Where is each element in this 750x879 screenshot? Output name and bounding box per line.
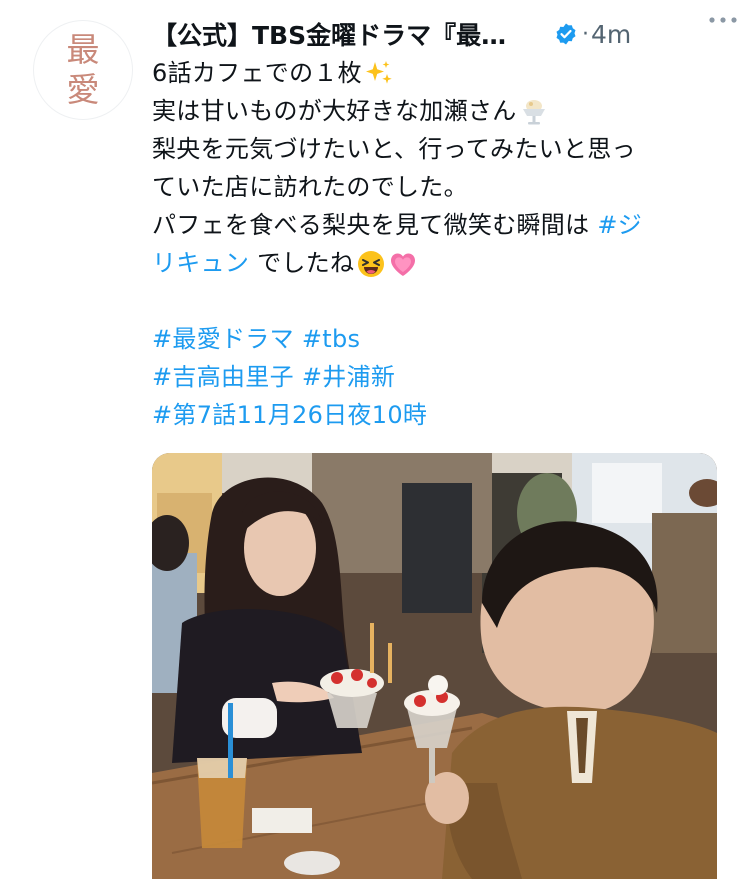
tweet-line-1: 6話カフェでの１枚 (152, 54, 732, 92)
hashtag-jirikyun-part2[interactable]: リキュン (152, 249, 249, 277)
hashtag-row-3: #第7話11月26日夜10時 (152, 396, 732, 434)
tweet-line-4: ていた店に訪れたのでした。 (152, 173, 468, 201)
tweet-line-5-text: パフェを食べる梨央を見て微笑む瞬間は (152, 211, 598, 239)
hashtag-tbs[interactable]: #tbs (302, 325, 360, 353)
tweet-line-6-text: でしたね (249, 249, 355, 277)
hashtag-yoshitaka-yuriko[interactable]: #吉高由里子 (152, 363, 294, 391)
author-name[interactable]: 【公式】TBS金曜ドラマ『最… (152, 16, 544, 52)
parfait-icon (522, 100, 545, 125)
more-dots-icon[interactable] (706, 10, 740, 30)
tweet-header: 【公式】TBS金曜ドラマ『最… · 4m (152, 14, 732, 54)
tweet-photo[interactable] (152, 453, 717, 879)
hashtag-saiai-drama[interactable]: #最愛ドラマ (152, 325, 294, 353)
separator-dot: · (582, 21, 589, 47)
hashtag-row-1: #最愛ドラマ #tbs (152, 320, 732, 358)
tweet-line-1-text: 6話カフェでの１枚 (152, 59, 362, 87)
tweet-line-2: 実は甘いものが大好きな加瀬さん (152, 92, 732, 130)
tweet-text: 6話カフェでの１枚 実は甘いものが大好きな加瀬さん 梨央を元気づけたいと、行って… (152, 54, 732, 434)
hashtag-iura-arata[interactable]: #井浦新 (302, 363, 395, 391)
growing-heart-icon (391, 253, 416, 276)
cafe-photo-illustration (152, 453, 717, 879)
hashtag-episode7-date[interactable]: #第7話11月26日夜10時 (152, 401, 427, 429)
tweet-line-3: 梨央を元気づけたいと、行ってみたいと思っ (152, 135, 636, 163)
tweet-line-6: リキュン でしたね (152, 244, 732, 282)
timestamp[interactable]: 4m (591, 20, 631, 49)
hashtag-jirikyun-part1[interactable]: #ジ (597, 211, 642, 239)
avatar-char-2: 愛 (66, 70, 100, 109)
verified-badge-icon (556, 23, 576, 45)
laughing-face-icon (358, 251, 385, 277)
tweet-line-2-text: 実は甘いものが大好きな加瀬さん (152, 97, 517, 125)
hashtag-row-2: #吉高由里子 #井浦新 (152, 358, 732, 396)
avatar[interactable]: 最 愛 (33, 20, 133, 120)
tweet-line-5: パフェを食べる梨央を見て微笑む瞬間は #ジ (152, 206, 732, 244)
sparkles-icon (365, 61, 392, 84)
avatar-char-1: 最 (66, 30, 100, 69)
